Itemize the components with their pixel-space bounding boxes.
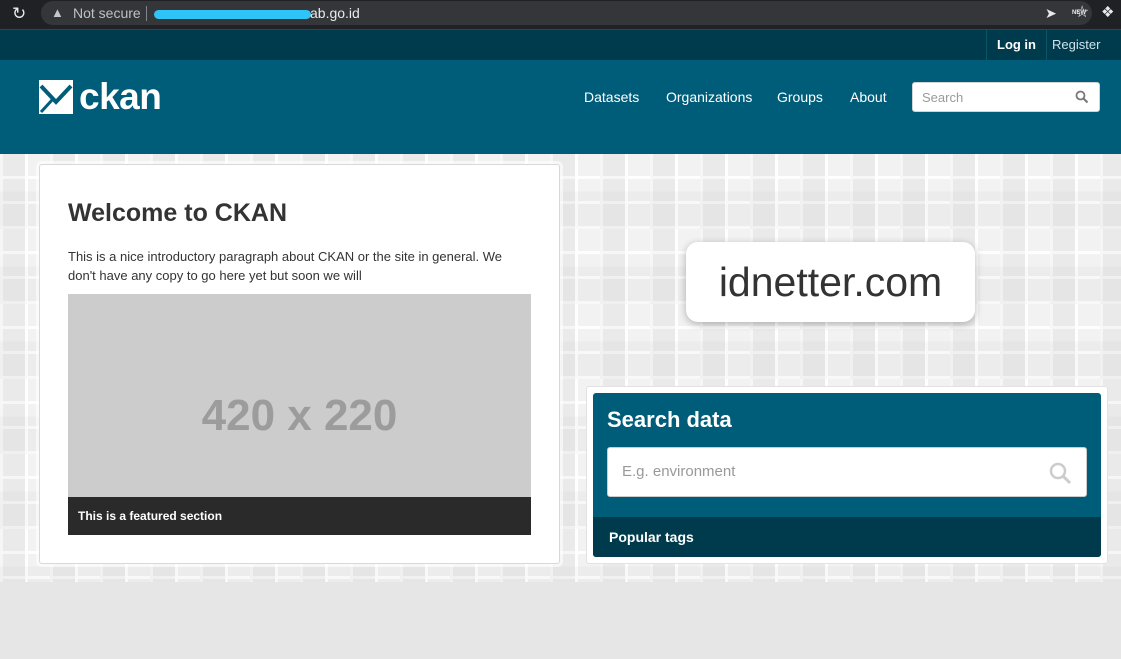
url-redaction — [154, 9, 311, 19]
register-link[interactable]: Register — [1042, 30, 1110, 60]
warning-icon[interactable]: ▲ — [51, 5, 65, 21]
new-extension-icon[interactable]: NEW — [1070, 5, 1088, 21]
welcome-box: Welcome to CKAN This is a nice introduct… — [39, 164, 560, 564]
featured-image-placeholder[interactable]: 420 x 220 — [68, 294, 531, 497]
site-search-input[interactable]: Search — [912, 82, 1100, 112]
search-data-title: Search data — [607, 407, 732, 432]
popular-tags-heading: Popular tags — [593, 517, 1101, 557]
logo-text: ckan — [79, 76, 162, 117]
welcome-title: Welcome to CKAN — [68, 199, 288, 227]
extension-label: NEW — [1072, 10, 1086, 16]
site-search-placeholder: Search — [922, 90, 964, 105]
reload-icon[interactable]: ↻ — [12, 4, 32, 24]
featured-caption[interactable]: This is a featured section — [68, 497, 531, 535]
nav-about[interactable]: About — [850, 88, 887, 106]
search-icon[interactable] — [1048, 461, 1072, 485]
security-status[interactable]: Not secure — [73, 5, 141, 21]
dataset-search-input[interactable]: E.g. environment — [607, 447, 1087, 497]
ckan-logo[interactable]: ckan — [39, 76, 162, 117]
hero-section: Welcome to CKAN This is a nice introduct… — [0, 154, 1121, 582]
address-divider — [146, 6, 147, 21]
url-text[interactable]: ab.go.id — [154, 4, 360, 22]
dataset-search-placeholder: E.g. environment — [622, 463, 736, 480]
address-bar[interactable]: ▲ Not secure ab.go.id ➤ ☆ — [41, 1, 1092, 25]
account-bar: Log in Register — [0, 29, 1121, 60]
send-icon[interactable]: ➤ — [1045, 5, 1057, 21]
nav-organizations[interactable]: Organizations — [666, 88, 752, 106]
url-suffix: ab.go.id — [310, 5, 360, 21]
placeholder-dimensions: 420 x 220 — [201, 391, 398, 440]
search-icon[interactable] — [1075, 90, 1089, 104]
masthead: ckan Datasets Organizations Groups About… — [0, 60, 1121, 154]
search-data-box: Search data E.g. environment Popular tag… — [593, 393, 1101, 557]
login-link[interactable]: Log in — [986, 30, 1047, 60]
search-data-panel: Search data E.g. environment Popular tag… — [586, 386, 1108, 564]
welcome-intro: This is a nice introductory paragraph ab… — [68, 249, 503, 283]
nav-groups[interactable]: Groups — [777, 88, 823, 106]
nav-datasets[interactable]: Datasets — [584, 88, 639, 106]
page-bottom — [0, 582, 1121, 659]
ckan-logo-icon — [39, 80, 73, 114]
featured-section[interactable]: 420 x 220 This is a featured section — [68, 294, 531, 535]
browser-toolbar: ↻ ▲ Not secure ab.go.id ➤ ☆ NEW ❖ — [0, 0, 1121, 29]
extensions-puzzle-icon[interactable]: ❖ — [1101, 4, 1114, 22]
watermark: idnetter.com — [686, 242, 975, 322]
